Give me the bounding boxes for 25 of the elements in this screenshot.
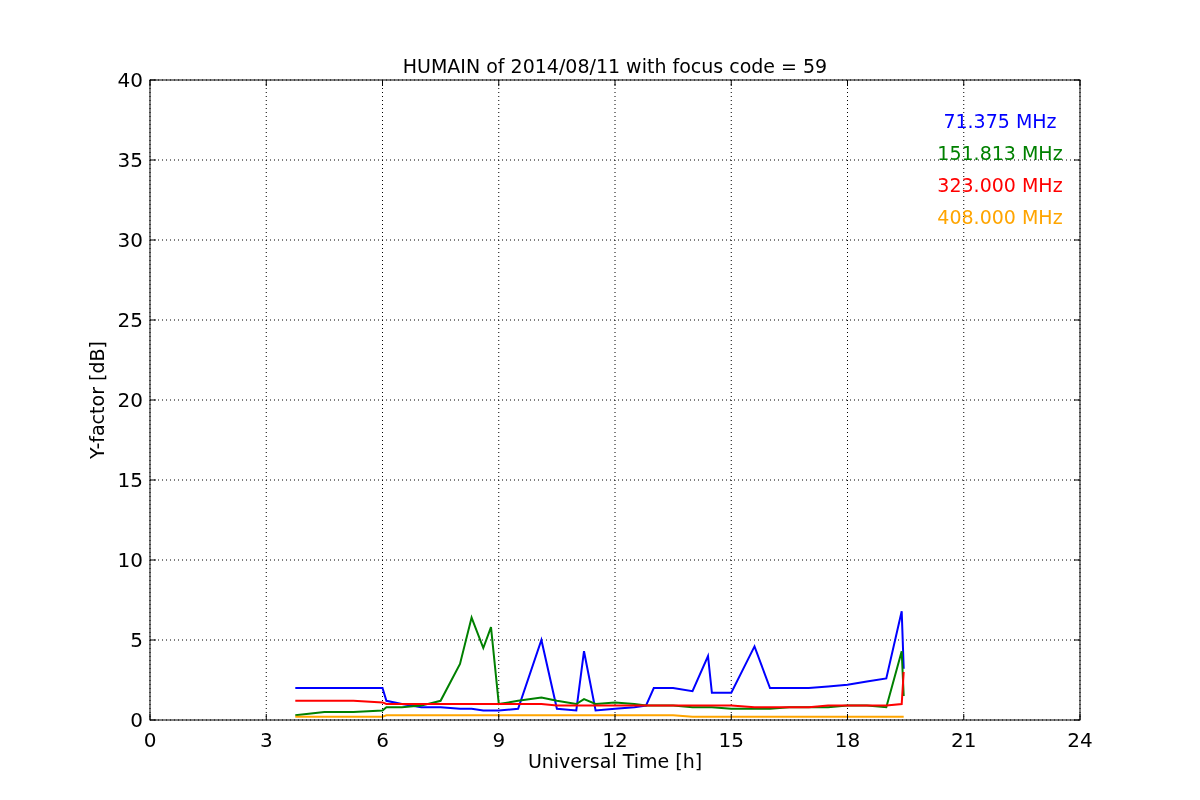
tick-label: 40 <box>117 68 143 92</box>
tick-label: 3 <box>259 728 273 752</box>
legend-label: 408.000 MHz <box>937 206 1063 228</box>
tick-label: 20 <box>117 388 143 412</box>
tick-label: 12 <box>602 728 628 752</box>
chart-title: HUMAIN of 2014/08/11 with focus code = 59 <box>402 55 828 77</box>
tick-label: 15 <box>718 728 744 752</box>
axis-label: Universal Time [h] <box>527 750 703 772</box>
tick-label: 5 <box>130 628 143 652</box>
tick-label: 9 <box>492 728 506 752</box>
tick-label: 24 <box>1067 728 1093 752</box>
tick-label: 6 <box>376 728 389 752</box>
tick-label: 0 <box>143 728 157 752</box>
tick-label: 35 <box>117 148 143 172</box>
tick-label: 25 <box>117 308 143 332</box>
tick-label: 21 <box>951 728 977 752</box>
tick-label: 15 <box>117 468 143 492</box>
tick-label: 30 <box>117 228 143 252</box>
tick-label: 0 <box>130 708 143 732</box>
tick-label: 18 <box>834 728 861 752</box>
legend-label: 151.813 MHz <box>937 142 1063 164</box>
axis-label: Y-factor [dB] <box>86 341 108 459</box>
tick-label: 10 <box>117 548 143 572</box>
legend-label: 323.000 MHz <box>937 174 1063 196</box>
legend-label: 71.375 MHz <box>943 110 1057 132</box>
